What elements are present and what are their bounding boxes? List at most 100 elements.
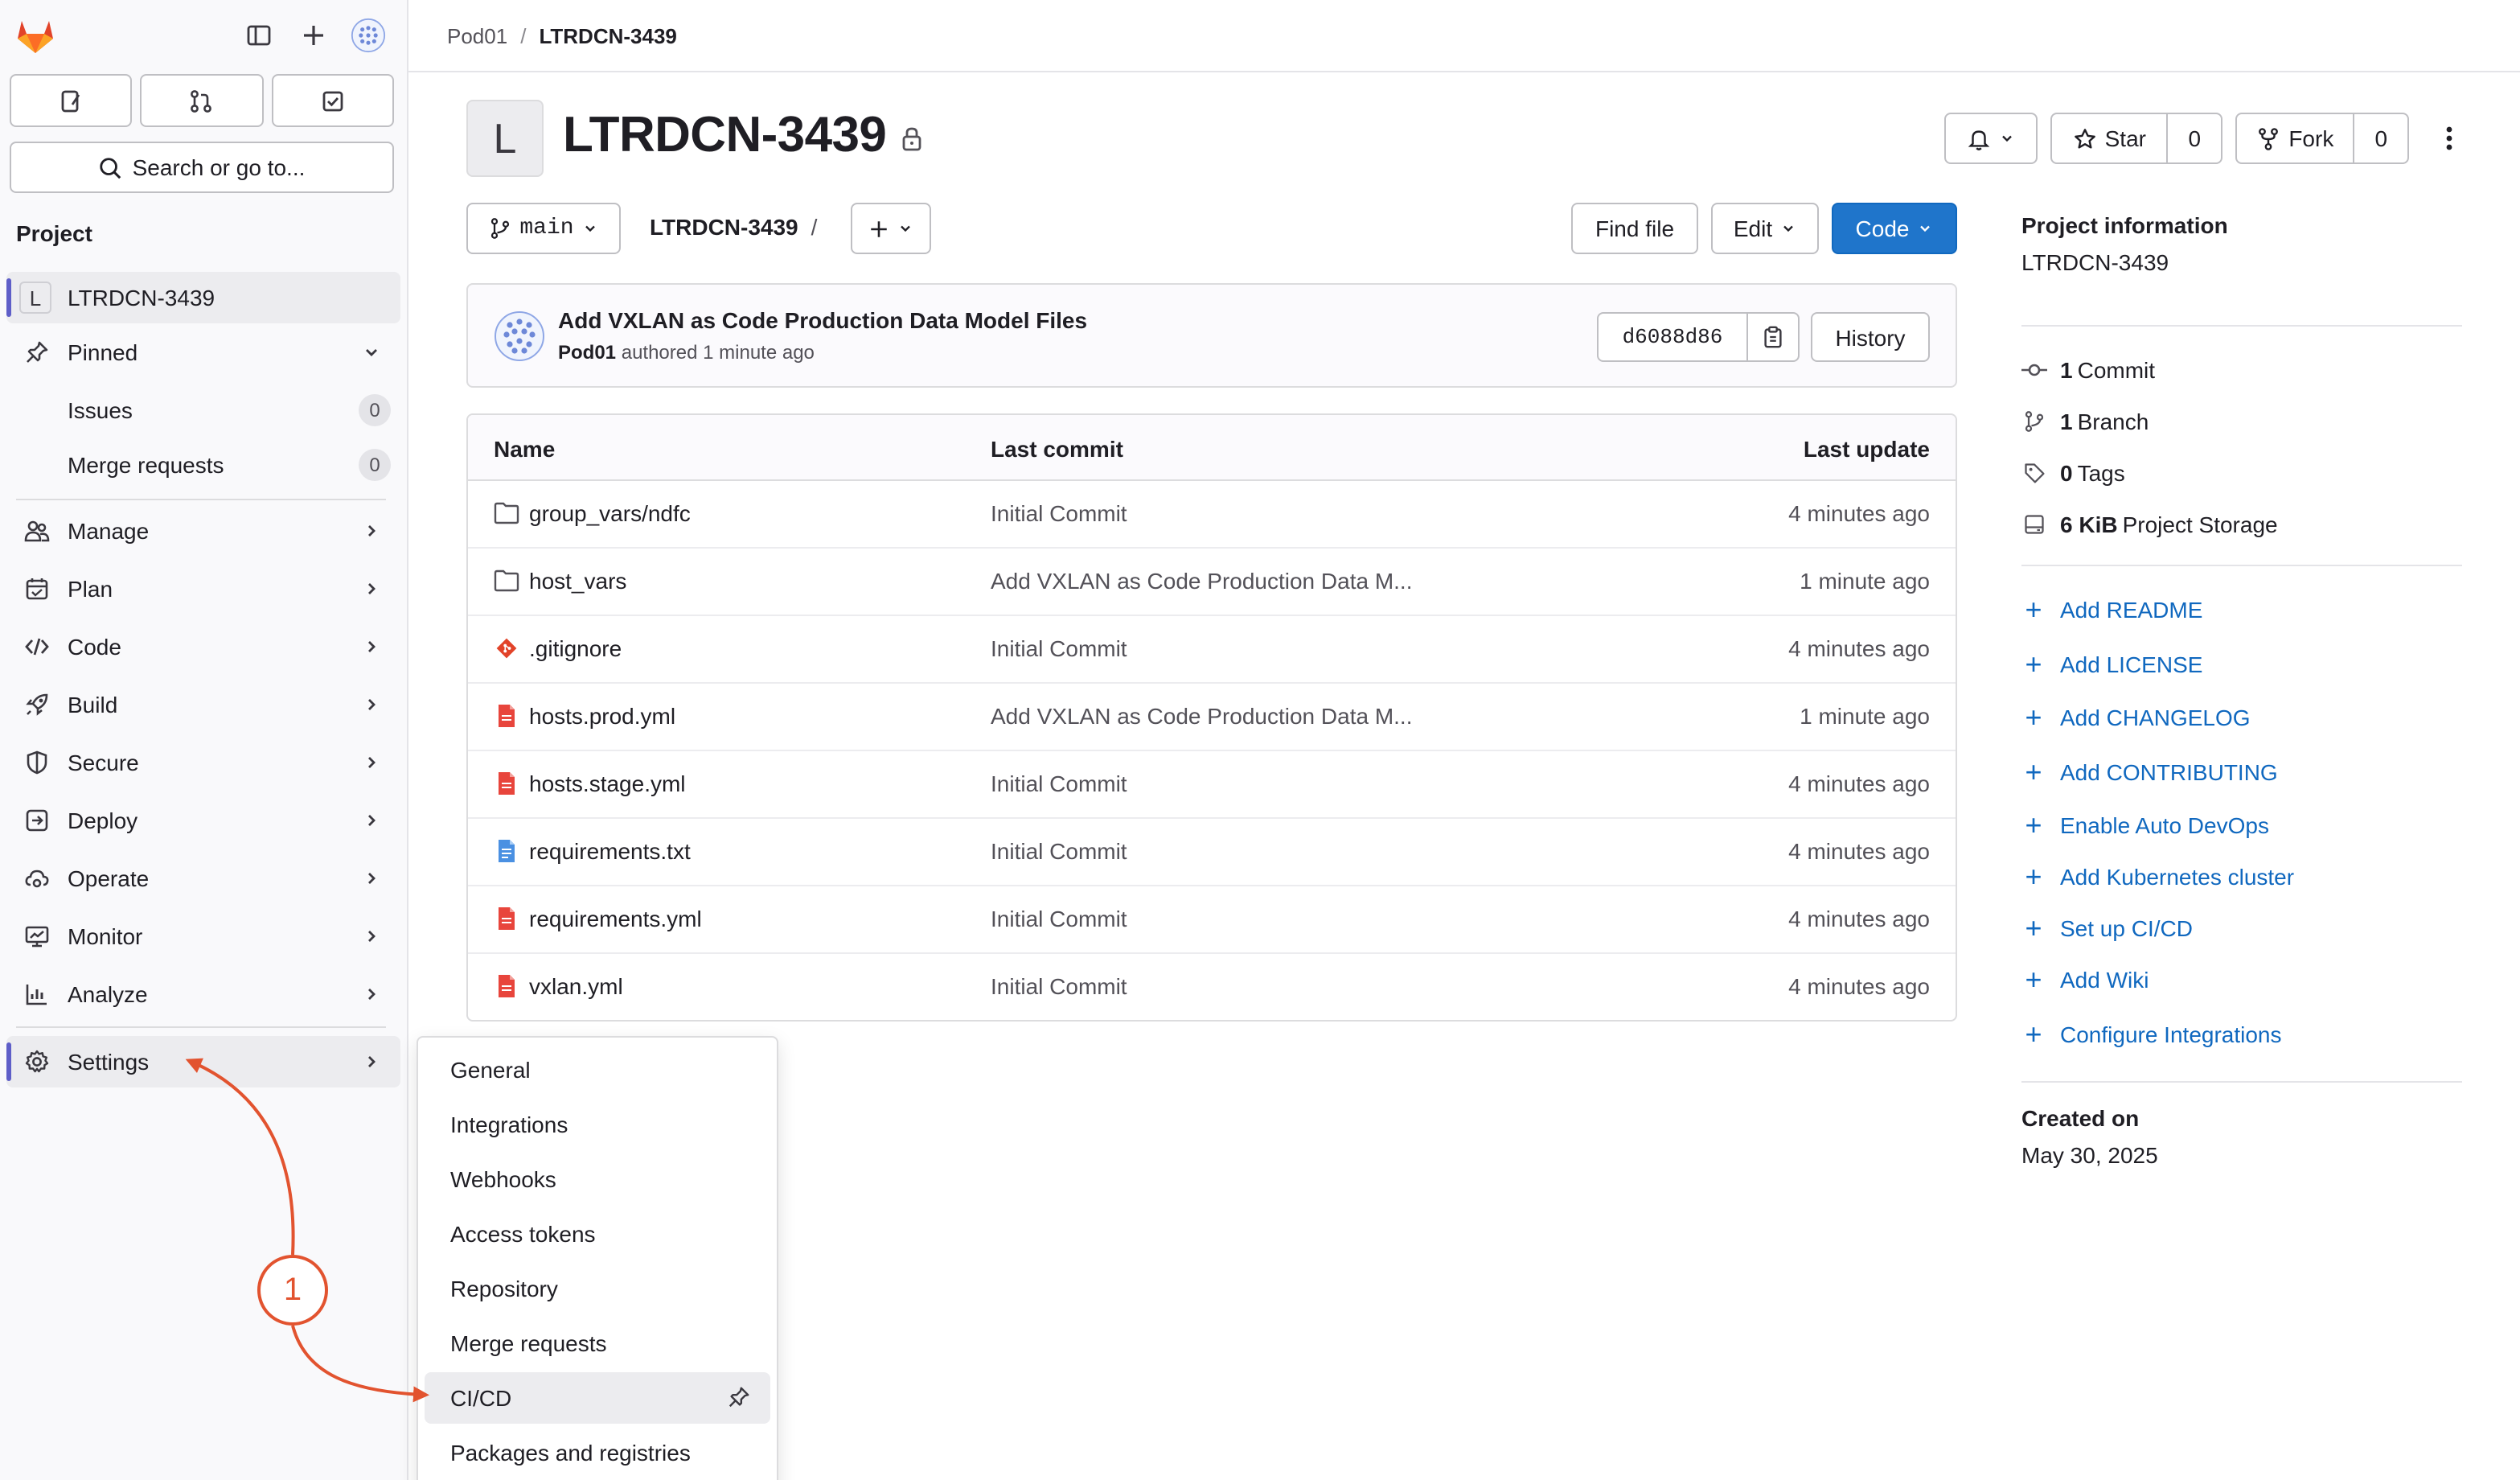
todo-list-button[interactable] (271, 74, 394, 127)
settings-menu-item-access-tokens[interactable]: Access tokens (425, 1208, 770, 1260)
commits-stat-link[interactable]: 1 Commit (2021, 357, 2155, 383)
commit-author-avatar[interactable] (494, 310, 545, 362)
file-last-update: 1 minute ago (1800, 568, 1930, 594)
user-avatar-icon[interactable] (351, 18, 386, 53)
find-file-button[interactable]: Find file (1571, 203, 1698, 254)
commit-author-link[interactable]: Pod01 (558, 341, 616, 364)
table-row[interactable]: hosts.stage.yml Initial Commit 4 minutes… (468, 751, 1956, 819)
settings-menu-item-merge-requests[interactable]: Merge requests (425, 1318, 770, 1369)
file-name-link[interactable]: vxlan.yml (529, 973, 623, 999)
commit-sha-group: d6088d86 (1597, 312, 1800, 362)
table-row[interactable]: .gitignore Initial Commit 4 minutes ago (468, 616, 1956, 684)
add-kubernetes-cluster-link[interactable]: + Add Kubernetes cluster (2021, 862, 2294, 891)
sidebar-item-secure[interactable]: Secure (6, 737, 400, 788)
settings-menu-item-repository[interactable]: Repository (425, 1263, 770, 1314)
set-up-ci-cd-link[interactable]: + Set up CI/CD (2021, 914, 2193, 943)
edit-dropdown-button[interactable]: Edit (1711, 203, 1819, 254)
sidebar-item-label: Manage (68, 518, 150, 544)
sidebar-item-deploy[interactable]: Deploy (6, 795, 400, 846)
merge-request-icon (191, 89, 212, 112)
yaml-file-icon (499, 705, 515, 727)
chevron-down-icon (1920, 225, 1931, 232)
settings-menu-item-integrations[interactable]: Integrations (425, 1099, 770, 1150)
storage-stat-link[interactable]: 6 KiB Project Storage (2021, 512, 2278, 537)
sidebar-item-monitor[interactable]: Monitor (6, 911, 400, 962)
more-actions-icon[interactable] (2432, 116, 2467, 161)
table-row[interactable]: requirements.txt Initial Commit 4 minute… (468, 819, 1956, 886)
file-name-link[interactable]: requirements.yml (529, 906, 702, 931)
branches-stat-link[interactable]: 1 Branch (2021, 409, 2149, 434)
settings-menu-item-general[interactable]: General (425, 1044, 770, 1096)
fork-count[interactable]: 0 (2353, 114, 2407, 162)
file-last-commit-link[interactable]: Initial Commit (991, 500, 1127, 526)
table-row[interactable]: hosts.prod.yml Add VXLAN as Code Product… (468, 684, 1956, 751)
copy-sha-button[interactable] (1746, 314, 1798, 360)
sidebar-item-settings[interactable]: Settings (6, 1036, 400, 1087)
sidebar-item-plan[interactable]: Plan (6, 563, 400, 615)
star-count[interactable]: 0 (2166, 114, 2221, 162)
settings-menu-item-packages-and-registries[interactable]: Packages and registries (425, 1427, 770, 1478)
code-dropdown-button[interactable]: Code (1832, 203, 1957, 254)
sidebar-item-issues[interactable]: Issues 0 (6, 384, 400, 436)
commits-count: 1 (2060, 357, 2073, 383)
repo-path-root-link[interactable]: LTRDCN-3439 (650, 214, 798, 240)
branch-selector[interactable]: main (466, 203, 621, 254)
file-name-link[interactable]: hosts.prod.yml (529, 703, 675, 729)
file-last-commit-link[interactable]: Initial Commit (991, 838, 1127, 864)
file-last-commit-link[interactable]: Initial Commit (991, 635, 1127, 661)
plus-icon: + (2025, 701, 2042, 734)
table-row[interactable]: requirements.yml Initial Commit 4 minute… (468, 886, 1956, 954)
file-last-commit-link[interactable]: Initial Commit (991, 771, 1127, 796)
configure-integrations-link[interactable]: + Configure Integrations (2021, 1020, 2281, 1049)
collapse-sidebar-icon[interactable] (241, 18, 277, 53)
add-contributing-link[interactable]: + Add CONTRIBUTING (2021, 758, 2277, 787)
sidebar-item-project[interactable]: L LTRDCN-3439 (6, 272, 400, 323)
add-license-link[interactable]: + Add LICENSE (2021, 650, 2202, 679)
file-name-link[interactable]: host_vars (529, 568, 626, 594)
star-button[interactable]: Star (2052, 114, 2167, 162)
breadcrumb-project-link[interactable]: LTRDCN-3439 (539, 23, 676, 47)
tags-stat-link[interactable]: 0 Tags (2021, 460, 2125, 486)
sidebar-item-operate[interactable]: Operate (6, 853, 400, 904)
settings-menu-item-ci-cd[interactable]: CI/CD (425, 1372, 770, 1424)
plus-icon[interactable] (296, 18, 331, 53)
file-last-commit-link[interactable]: Add VXLAN as Code Production Data M... (991, 568, 1413, 594)
fork-button[interactable]: Fork (2237, 114, 2354, 162)
sidebar-item-build[interactable]: Build (6, 679, 400, 730)
annotation-step-number: 1 (257, 1255, 328, 1326)
settings-menu-item-webhooks[interactable]: Webhooks (425, 1153, 770, 1205)
add-to-tree-button[interactable] (851, 203, 931, 254)
commit-title-link[interactable]: Add VXLAN as Code Production Data Model … (558, 307, 1087, 333)
file-last-commit-link[interactable]: Add VXLAN as Code Production Data M... (991, 703, 1413, 729)
sidebar-item-pinned[interactable]: Pinned (6, 327, 400, 378)
table-row[interactable]: host_vars Add VXLAN as Code Production D… (468, 549, 1956, 616)
table-row[interactable]: vxlan.yml Initial Commit 4 minutes ago (468, 954, 1956, 1020)
file-last-commit-link[interactable]: Initial Commit (991, 906, 1127, 931)
sidebar-item-manage[interactable]: Manage (6, 505, 400, 557)
column-header-last-update: Last update (1803, 436, 1930, 462)
sidebar-item-code[interactable]: Code (6, 621, 400, 672)
file-name-link[interactable]: group_vars/ndfc (529, 500, 691, 526)
gitlab-logo-icon[interactable] (13, 13, 58, 58)
file-last-commit-link[interactable]: Initial Commit (991, 973, 1127, 999)
commit-sha[interactable]: d6088d86 (1599, 314, 1746, 360)
add-changelog-link[interactable]: + Add CHANGELOG (2021, 701, 2250, 734)
enable-auto-devops-link[interactable]: + Enable Auto DevOps (2021, 811, 2269, 840)
merge-requests-button[interactable] (140, 74, 264, 127)
add-readme-link[interactable]: + Add README (2021, 595, 2202, 624)
file-name-link[interactable]: requirements.txt (529, 838, 691, 864)
pin-icon[interactable] (727, 1385, 751, 1409)
assigned-issues-button[interactable] (10, 74, 133, 127)
file-last-update: 4 minutes ago (1788, 771, 1930, 796)
notifications-button[interactable] (1944, 113, 2038, 164)
sidebar-item-merge-requests[interactable]: Merge requests 0 (6, 439, 400, 491)
file-name-link[interactable]: .gitignore (529, 635, 622, 661)
add-wiki-link[interactable]: + Add Wiki (2021, 965, 2149, 994)
project-info-title: Project information (2021, 212, 2228, 238)
sidebar-item-analyze[interactable]: Analyze (6, 968, 400, 1020)
table-row[interactable]: group_vars/ndfc Initial Commit 4 minutes… (468, 481, 1956, 549)
breadcrumb-group-link[interactable]: Pod01 (447, 23, 507, 47)
file-name-link[interactable]: hosts.stage.yml (529, 771, 686, 796)
search-button[interactable]: Search or go to... (10, 142, 394, 193)
history-button[interactable]: History (1811, 312, 1930, 362)
